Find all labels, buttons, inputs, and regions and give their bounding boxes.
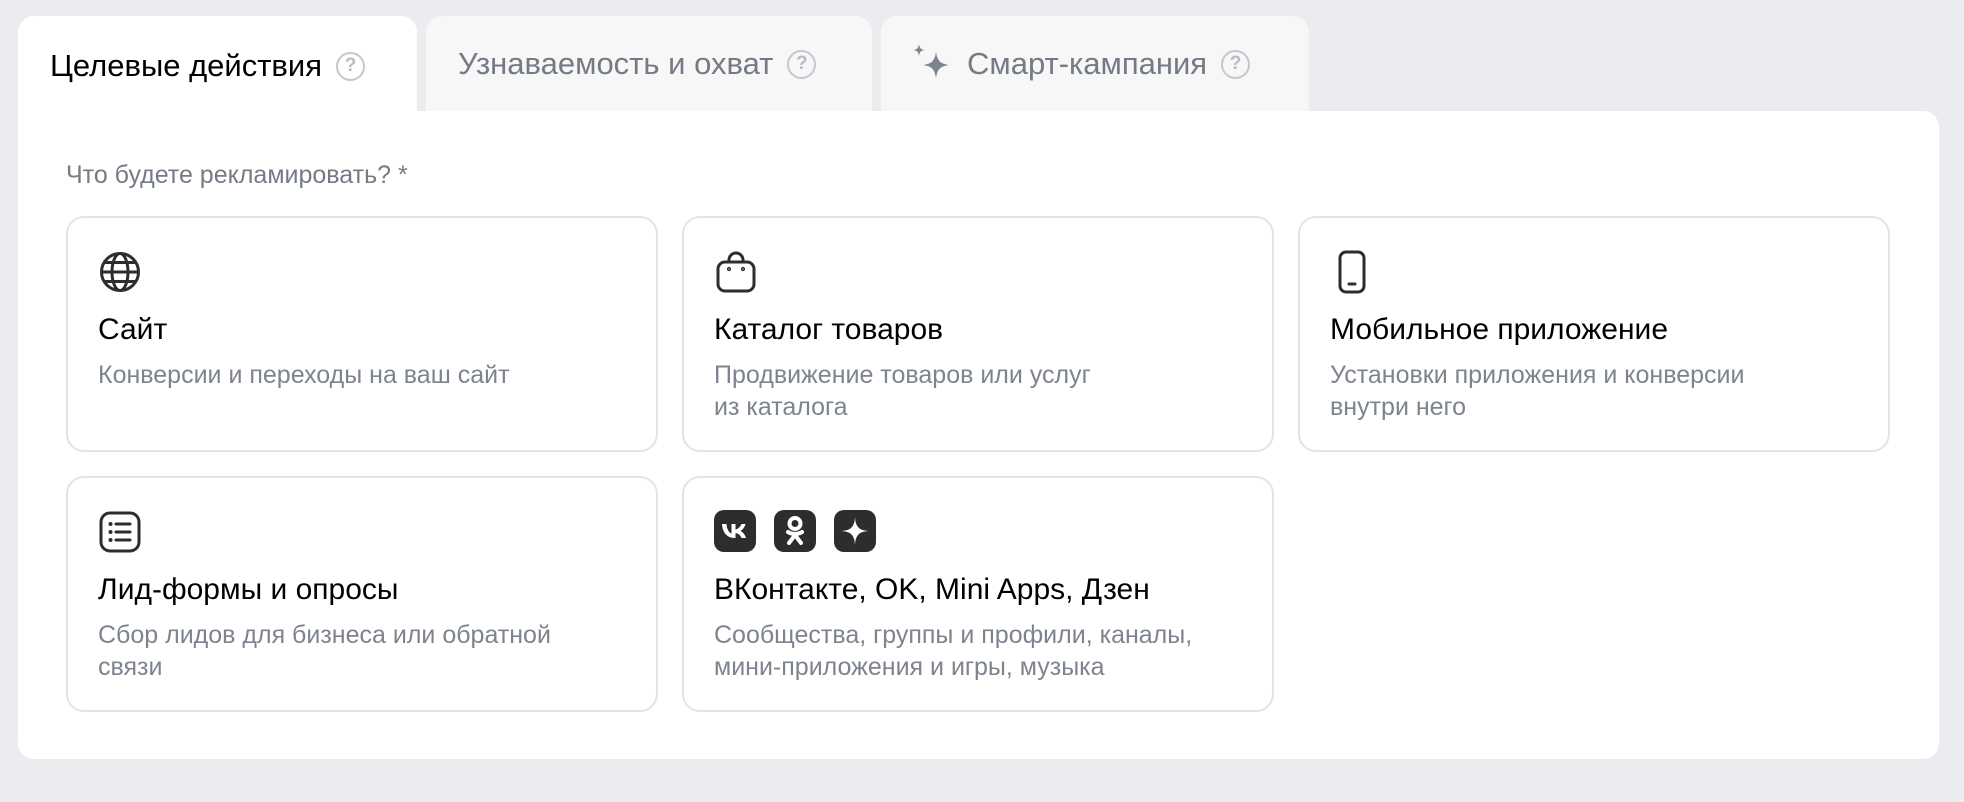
shopping-bag-icon <box>716 251 756 293</box>
option-card-mobile-app[interactable]: Мобильное приложение Установки приложени… <box>1298 216 1890 452</box>
tab-awareness-reach[interactable]: Узнаваемость и охват ? <box>426 16 872 112</box>
ok-logo-icon <box>774 510 816 552</box>
tab-label: Целевые действия <box>50 48 322 83</box>
help-icon[interactable]: ? <box>787 49 817 79</box>
vk-logo-icon <box>714 510 756 552</box>
objective-question: Что будете рекламировать? * <box>66 161 408 189</box>
card-description: Установки приложения и конверсии внутри … <box>1330 361 1745 421</box>
campaign-type-selector: Целевые действия ? Узнаваемость и охват … <box>0 0 1964 802</box>
help-icon[interactable]: ? <box>336 51 365 81</box>
help-icon[interactable]: ? <box>1221 49 1251 79</box>
dzen-logo-icon <box>834 510 876 552</box>
tab-target-actions[interactable]: Целевые действия ? <box>18 16 417 116</box>
campaign-tabs: Целевые действия ? Узнаваемость и охват … <box>18 16 1309 116</box>
smartphone-icon <box>1338 250 1366 294</box>
option-card-catalog[interactable]: Каталог товаров Продвижение товаров или … <box>682 216 1274 452</box>
globe-icon <box>100 252 140 292</box>
card-description: Сбор лидов для бизнеса или обратной связ… <box>98 621 551 681</box>
card-description: Продвижение товаров или услуг из каталог… <box>714 361 1091 421</box>
brand-icons <box>714 510 876 552</box>
sparkle-icon <box>913 44 949 78</box>
card-title: Сайт <box>98 313 168 346</box>
tab-label: Узнаваемость и охват <box>458 46 774 81</box>
card-title: Мобильное приложение <box>1330 313 1668 346</box>
card-title: Лид-формы и опросы <box>98 573 399 606</box>
option-card-site[interactable]: Сайт Конверсии и переходы на ваш сайт <box>66 216 658 452</box>
tab-smart-campaign[interactable]: Смарт-кампания ? <box>881 16 1309 112</box>
card-description: Конверсии и переходы на ваш сайт <box>98 361 510 389</box>
tab-label: Смарт-кампания <box>967 46 1208 81</box>
objective-panel: Что будете рекламировать? * Сайт Конверс… <box>18 111 1939 759</box>
card-description: Сообщества, группы и профили, каналы, ми… <box>714 621 1193 681</box>
card-title: Каталог товаров <box>714 313 944 346</box>
option-card-lead-forms[interactable]: Лид-формы и опросы Сбор лидов для бизнес… <box>66 476 658 712</box>
list-form-icon <box>99 511 141 553</box>
option-card-vk-ecosystem[interactable]: ВКонтакте, OK, Mini Apps, Дзен Сообществ… <box>682 476 1274 712</box>
card-title: ВКонтакте, OK, Mini Apps, Дзен <box>714 573 1150 606</box>
